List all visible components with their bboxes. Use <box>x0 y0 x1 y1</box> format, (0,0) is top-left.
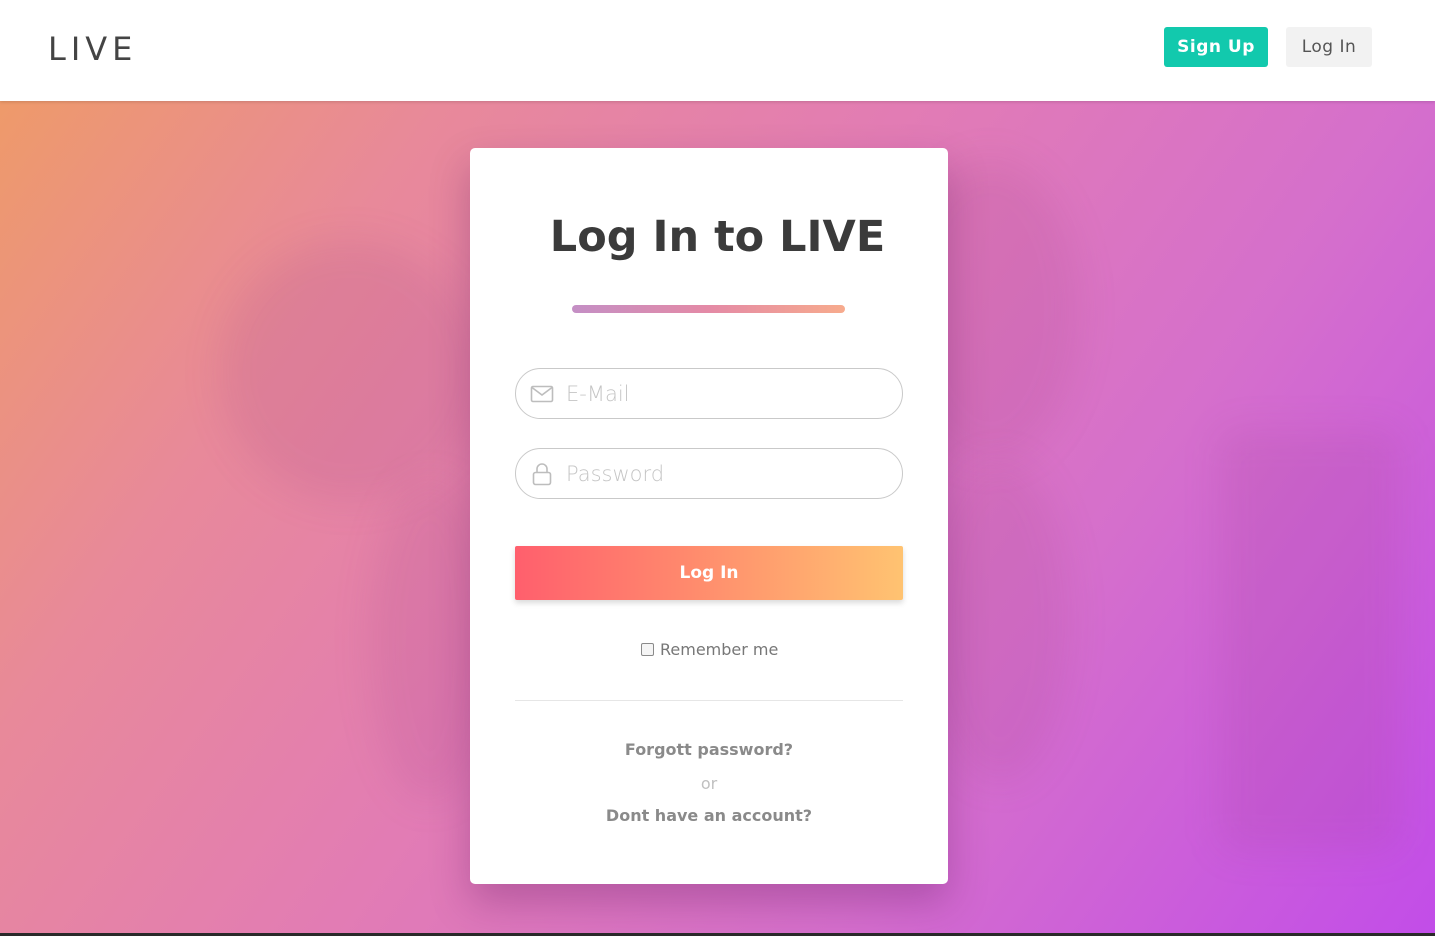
remember-checkbox[interactable] <box>641 642 654 656</box>
remember-me[interactable]: Remember me <box>641 638 778 660</box>
email-field[interactable] <box>515 368 903 419</box>
signup-prompt-link[interactable]: Dont have an account? <box>470 806 948 825</box>
password-input[interactable] <box>566 453 886 494</box>
signup-button[interactable]: Sign Up <box>1164 27 1268 67</box>
login-submit-button[interactable]: Log In <box>515 546 903 600</box>
background-photo-shape <box>930 461 1070 781</box>
login-title: Log In to LIVE <box>549 212 886 262</box>
title-underline <box>572 305 845 313</box>
or-separator: or <box>700 774 718 793</box>
top-navbar: LIVE Sign Up Log In <box>0 0 1435 101</box>
email-input[interactable] <box>566 373 886 414</box>
password-field[interactable] <box>515 448 903 499</box>
envelope-icon <box>530 385 554 402</box>
lock-icon <box>532 462 552 485</box>
site-logo[interactable]: LIVE <box>48 30 137 68</box>
background-photo-shape <box>1220 431 1400 851</box>
divider <box>515 700 903 701</box>
background-photo-shape <box>220 241 480 501</box>
header-login-button[interactable]: Log In <box>1286 27 1372 67</box>
remember-label[interactable]: Remember me <box>660 640 778 659</box>
forgot-password-link[interactable]: Forgott password? <box>470 740 948 759</box>
